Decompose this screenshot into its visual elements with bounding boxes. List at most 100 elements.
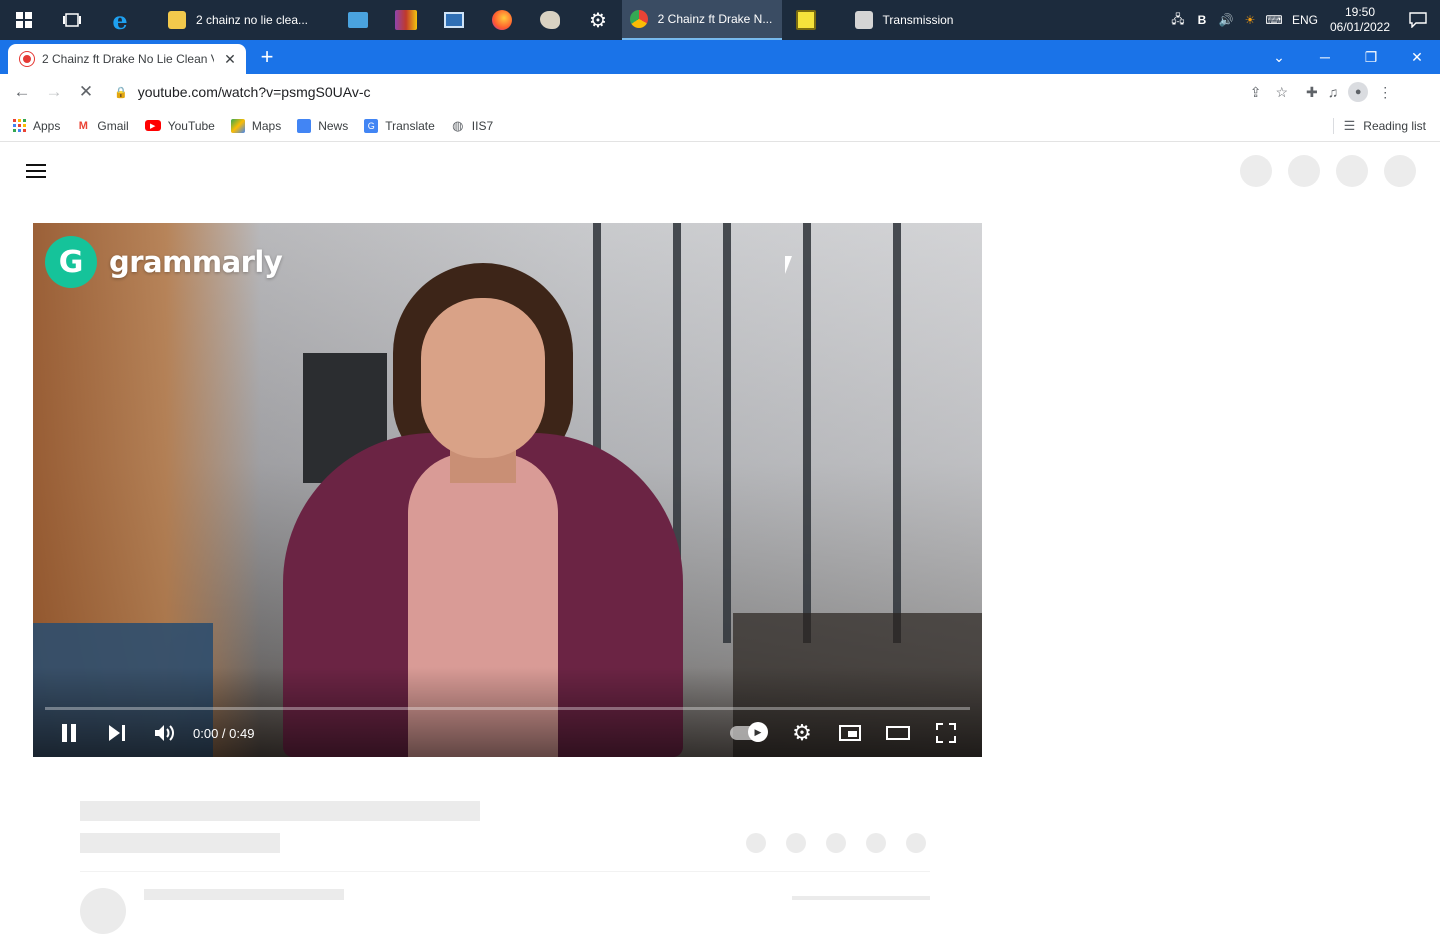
hamburger-menu-icon[interactable] [26,164,46,178]
bookmarks-bar: Apps M Gmail ▶ YouTube Maps News G Trans… [0,110,1440,142]
paint-icon [540,11,560,29]
bookmark-translate[interactable]: G Translate [364,118,435,133]
back-button[interactable]: ← [6,82,38,102]
taskbar-app-winrar[interactable] [382,0,430,40]
bookmark-label: Translate [385,118,435,133]
extensions-icon[interactable]: ✚ [1306,84,1318,101]
presenter-face [421,298,545,458]
bookmark-youtube[interactable]: ▶ YouTube [144,118,215,133]
browser-tab[interactable]: 2 Chainz ft Drake No Lie Clean V ✕ [8,44,246,74]
internet-explorer-button[interactable]: e [96,0,144,40]
taskbar-app-pinned-1[interactable] [334,0,382,40]
gmail-icon: M [78,119,88,132]
tab-search-icon[interactable]: ⌄ [1256,49,1302,66]
volume-icon [155,725,174,741]
placeholder-button [1288,155,1320,187]
gear-icon: ⚙ [792,720,812,745]
title-placeholder [80,801,480,821]
address-bar[interactable]: 🔒 youtube.com/watch?v=psmgS0UAv-c ⇪ ☆ [108,77,1298,107]
placeholder-button [1384,155,1416,187]
action-center-button[interactable] [1396,12,1440,28]
theater-mode-button[interactable] [874,713,922,753]
keyboard-icon[interactable]: ⌨ [1262,13,1286,27]
youtube-icon: ▶ [144,120,161,131]
taskbar-app-spongebob[interactable] [782,0,830,40]
taskbar-app-explorer[interactable]: 2 chainz no lie clea... [144,0,334,40]
autoplay-toggle[interactable]: ▶ [730,722,768,742]
tab-title: 2 Chainz ft Drake No Lie Clean V [42,52,214,66]
header-placeholder-buttons [1240,155,1416,187]
progress-bar[interactable] [45,707,970,710]
placeholder-button [1240,155,1272,187]
clock-time: 19:50 [1344,5,1376,19]
player-controls: 0:00 / 0:49 ▶ ⚙ [33,713,982,753]
taskbar-app-chrome[interactable]: 2 Chainz ft Drake N... [622,0,782,40]
bookmark-star-icon[interactable]: ☆ [1275,84,1288,101]
stop-loading-button[interactable]: ✕ [70,82,102,102]
channel-avatar-placeholder [80,888,126,934]
reading-list-label: Reading list [1363,118,1426,133]
clock[interactable]: 19:50 06/01/2022 [1324,5,1396,35]
reading-list-button[interactable]: ☰ Reading list [1332,117,1426,134]
reading-list-icon: ☰ [1343,117,1356,133]
volume-icon[interactable]: 🔊 [1214,13,1238,27]
ad-logo[interactable]: G grammarly [45,236,283,288]
taskbar-app-transmission[interactable]: Transmission [830,0,980,40]
taskbar-app-settings[interactable]: ⚙ [574,0,622,40]
bookmark-label: Gmail [97,118,129,133]
forward-button[interactable]: → [38,82,70,102]
bookmark-iis7[interactable]: ◍ IIS7 [451,117,493,133]
taskbar-app-firefox[interactable] [478,0,526,40]
chrome-icon [629,10,648,28]
restore-button[interactable]: ❐ [1348,49,1394,66]
globe-icon: ◍ [452,117,464,133]
taskbar-app-pinned-2[interactable] [430,0,478,40]
bookmark-label: Apps [33,118,61,133]
chrome-menu-icon[interactable]: ⋮ [1378,84,1392,101]
sun-icon[interactable]: ☀ [1238,13,1262,27]
placeholder-button [1336,155,1368,187]
bookmark-label: Maps [251,118,282,133]
bookmark-label: YouTube [167,118,215,133]
browser-toolbar: ← → ✕ 🔒 youtube.com/watch?v=psmgS0UAv-c … [0,74,1440,110]
bookmark-maps[interactable]: Maps [230,118,282,133]
bookmark-apps[interactable]: Apps [12,119,60,133]
window-app-icon [444,12,464,28]
windows-taskbar: e 2 chainz no lie clea... ⚙ 2 Chainz ft … [0,0,1440,40]
bookmark-news[interactable]: News [297,118,348,133]
clock-date: 06/01/2022 [1329,20,1391,34]
start-button[interactable] [0,0,48,40]
subscribe-placeholder [792,896,930,900]
close-window-button[interactable]: ✕ [1394,49,1440,66]
task-view-icon [63,13,81,27]
minimize-button[interactable]: ─ [1302,49,1348,65]
miniplayer-button[interactable] [826,713,874,753]
skip-next-icon [109,725,125,741]
video-player[interactable]: G grammarly 0:00 / 0:49 ▶ ⚙ [33,223,982,757]
bookmark-gmail[interactable]: M Gmail [76,118,129,133]
settings-button[interactable]: ⚙ [778,713,826,753]
language-indicator[interactable]: ENG [1292,13,1318,27]
media-control-icon[interactable]: ♫ [1328,84,1339,100]
url-text[interactable]: youtube.com/watch?v=psmgS0UAv-c [138,84,371,100]
time-display: 0:00 / 0:49 [193,725,255,741]
apps-grid-icon [12,119,26,133]
share-icon[interactable]: ⇪ [1250,84,1262,101]
network-icon[interactable]: 🖧 [1166,10,1190,31]
lock-icon[interactable]: 🔒 [114,86,128,99]
maps-icon [230,118,245,133]
mute-button[interactable] [141,713,189,753]
close-tab-icon[interactable]: ✕ [222,51,238,68]
task-view-button[interactable] [48,0,96,40]
fullscreen-icon [936,723,956,743]
profile-avatar-icon[interactable]: ● [1348,82,1369,102]
keyboard-indicator[interactable]: B [1190,13,1214,27]
new-tab-button[interactable]: + [252,42,282,72]
youtube-header [0,143,1440,199]
taskbar-app-paint[interactable] [526,0,574,40]
window-frame-decoration [723,223,731,643]
translate-icon: G [364,118,379,133]
fullscreen-button[interactable] [922,713,970,753]
next-button[interactable] [93,713,141,753]
pause-button[interactable] [45,713,93,753]
